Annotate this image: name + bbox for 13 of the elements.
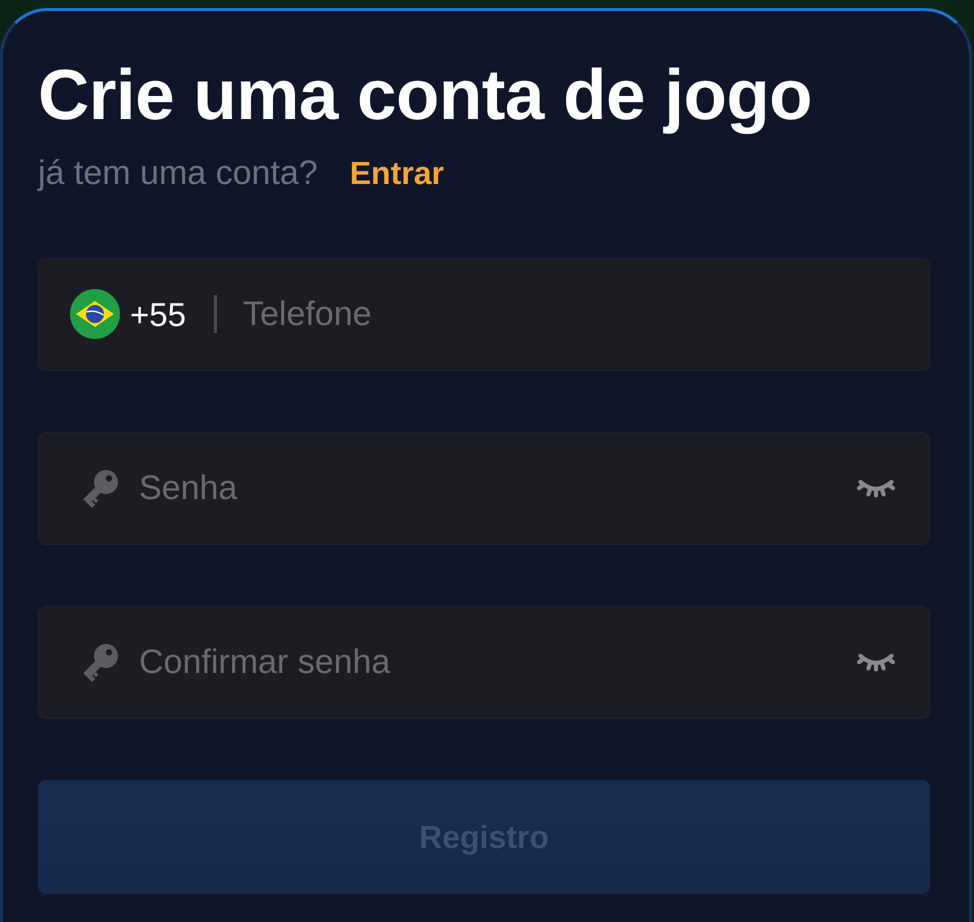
flag-icon [70,289,120,340]
login-prompt: já tem uma conta? [38,156,318,190]
phone-input[interactable]: Telefone [242,288,905,340]
password-input[interactable]: Senha [139,462,841,514]
country-code[interactable]: +55 [130,298,186,331]
login-link[interactable]: Entrar [350,156,444,189]
phone-field[interactable]: +55 Telefone [38,258,930,371]
password-field[interactable]: Senha [38,432,930,545]
password-field[interactable]: Confirmar senha [38,606,930,719]
closed-eye-icon[interactable] [857,651,895,674]
page-title: Crie uma conta de jogo [38,55,814,137]
password-input[interactable]: Confirmar senha [139,636,841,688]
closed-eye-icon[interactable] [857,477,895,500]
